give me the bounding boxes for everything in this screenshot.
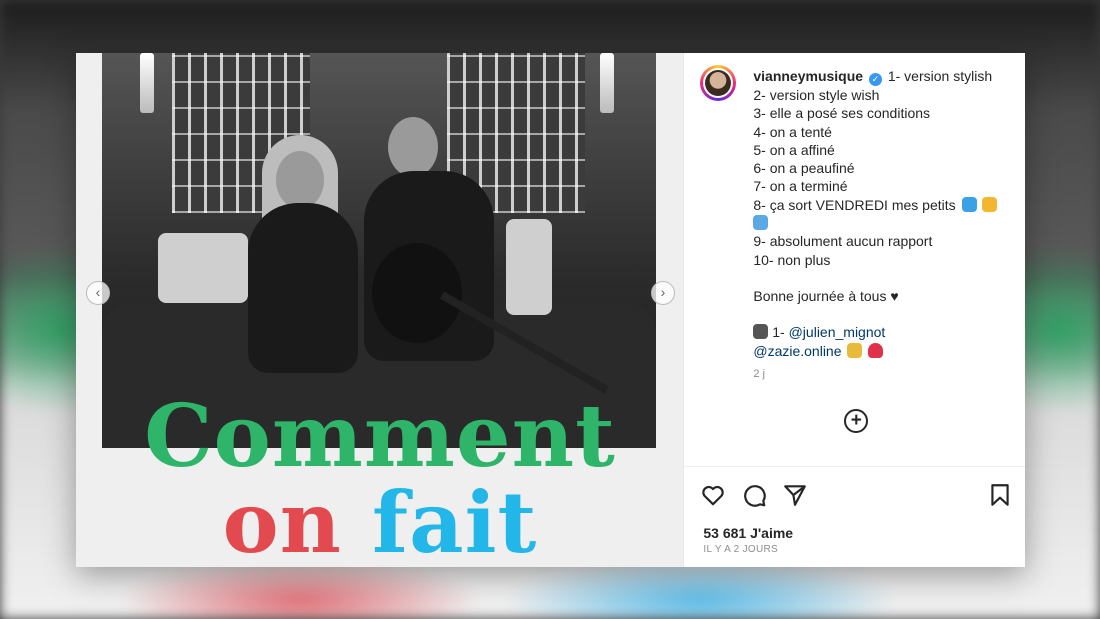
caption-line-9: 9- absolument aucun rapport xyxy=(753,233,933,250)
camera-emoji-icon xyxy=(753,324,769,340)
instagram-post-card: Comment on fait ‹ › vianneymusique ✓ 1- … xyxy=(76,53,1026,568)
woman-figure xyxy=(248,203,358,373)
caption-line-8: 8- ça sort VENDREDI mes petits xyxy=(753,196,956,213)
avatar-image xyxy=(705,70,732,96)
caption-timestamp: 2 j xyxy=(753,368,765,380)
headline-word-on: on xyxy=(222,473,342,567)
mention-julien-mignot[interactable]: @julien_mignot xyxy=(789,324,886,340)
load-more-comments-icon[interactable]: + xyxy=(844,409,869,433)
caption-line-10: 10- non plus xyxy=(753,251,831,268)
verified-badge-icon: ✓ xyxy=(868,73,882,86)
guitar-body xyxy=(372,243,462,343)
caption-line-3: 3- elle a posé ses conditions xyxy=(753,105,931,122)
caption-line-8-row: 8- ça sort VENDREDI mes petits xyxy=(753,196,1013,214)
pillow-left xyxy=(158,233,248,303)
bookmark-icon[interactable] xyxy=(987,482,1013,508)
headline-line2: on fait xyxy=(76,473,683,567)
caption-line-7: 7- on a terminé xyxy=(753,178,848,195)
comment-icon[interactable] xyxy=(741,482,767,508)
avatar-border xyxy=(703,68,734,98)
carousel-prev-button[interactable]: ‹ xyxy=(86,281,110,305)
username-link[interactable]: vianneymusique xyxy=(753,68,863,84)
caption-credit-label: 1- xyxy=(772,324,785,341)
man-face xyxy=(388,117,438,177)
post-caption: vianneymusique ✓ 1- version stylish 2- v… xyxy=(753,67,1013,360)
wall-lamp-left xyxy=(140,53,154,113)
caption-line-4: 4- on a tenté xyxy=(753,123,832,140)
posted-timestamp: IL Y A 2 JOURS xyxy=(703,544,778,555)
post-actions: 53 681 J'aime IL Y A 2 JOURS xyxy=(684,466,1026,568)
heart-icon[interactable] xyxy=(700,482,726,508)
heart-emoji-icon xyxy=(868,342,884,358)
wave-emoji-icon xyxy=(961,196,977,212)
caption-credit-row: 1- @julien_mignot xyxy=(753,323,1013,341)
avatar[interactable] xyxy=(700,65,737,101)
likes-count[interactable]: 53 681 J'aime xyxy=(703,525,793,541)
post-sidebar: vianneymusique ✓ 1- version stylish 2- v… xyxy=(683,53,1026,568)
caption-line-2: 2- version style wish xyxy=(753,87,880,103)
post-media[interactable]: Comment on fait ‹ › xyxy=(76,53,684,567)
headline-word-fait: fait xyxy=(372,473,538,567)
woman-face xyxy=(276,151,324,209)
headline-line1: Comment xyxy=(144,386,616,487)
carousel-next-button[interactable]: › xyxy=(651,281,675,305)
clap-emoji-icon xyxy=(982,196,998,212)
caption-line-6: 6- on a peaufiné xyxy=(753,160,855,177)
caption-area: vianneymusique ✓ 1- version stylish 2- v… xyxy=(684,53,1025,466)
caption-line-5: 5- on a affiné xyxy=(753,141,835,158)
wall-lamp-right xyxy=(600,53,614,113)
share-icon[interactable] xyxy=(782,482,808,508)
caption-first-line: vianneymusique ✓ 1- version stylish xyxy=(753,67,1013,86)
speaker-emoji-icon xyxy=(753,215,769,231)
caption-line-1: 1- version stylish xyxy=(887,68,993,84)
mention-zazie-online[interactable]: @zazie.online xyxy=(753,343,841,359)
crown-emoji-icon xyxy=(847,342,863,358)
pillow-right xyxy=(506,219,552,315)
caption-mention-row: @zazie.online xyxy=(753,342,1013,360)
caption-emoji-row xyxy=(753,214,1013,232)
caption-greeting: Bonne journée à tous ♥ xyxy=(753,287,899,304)
